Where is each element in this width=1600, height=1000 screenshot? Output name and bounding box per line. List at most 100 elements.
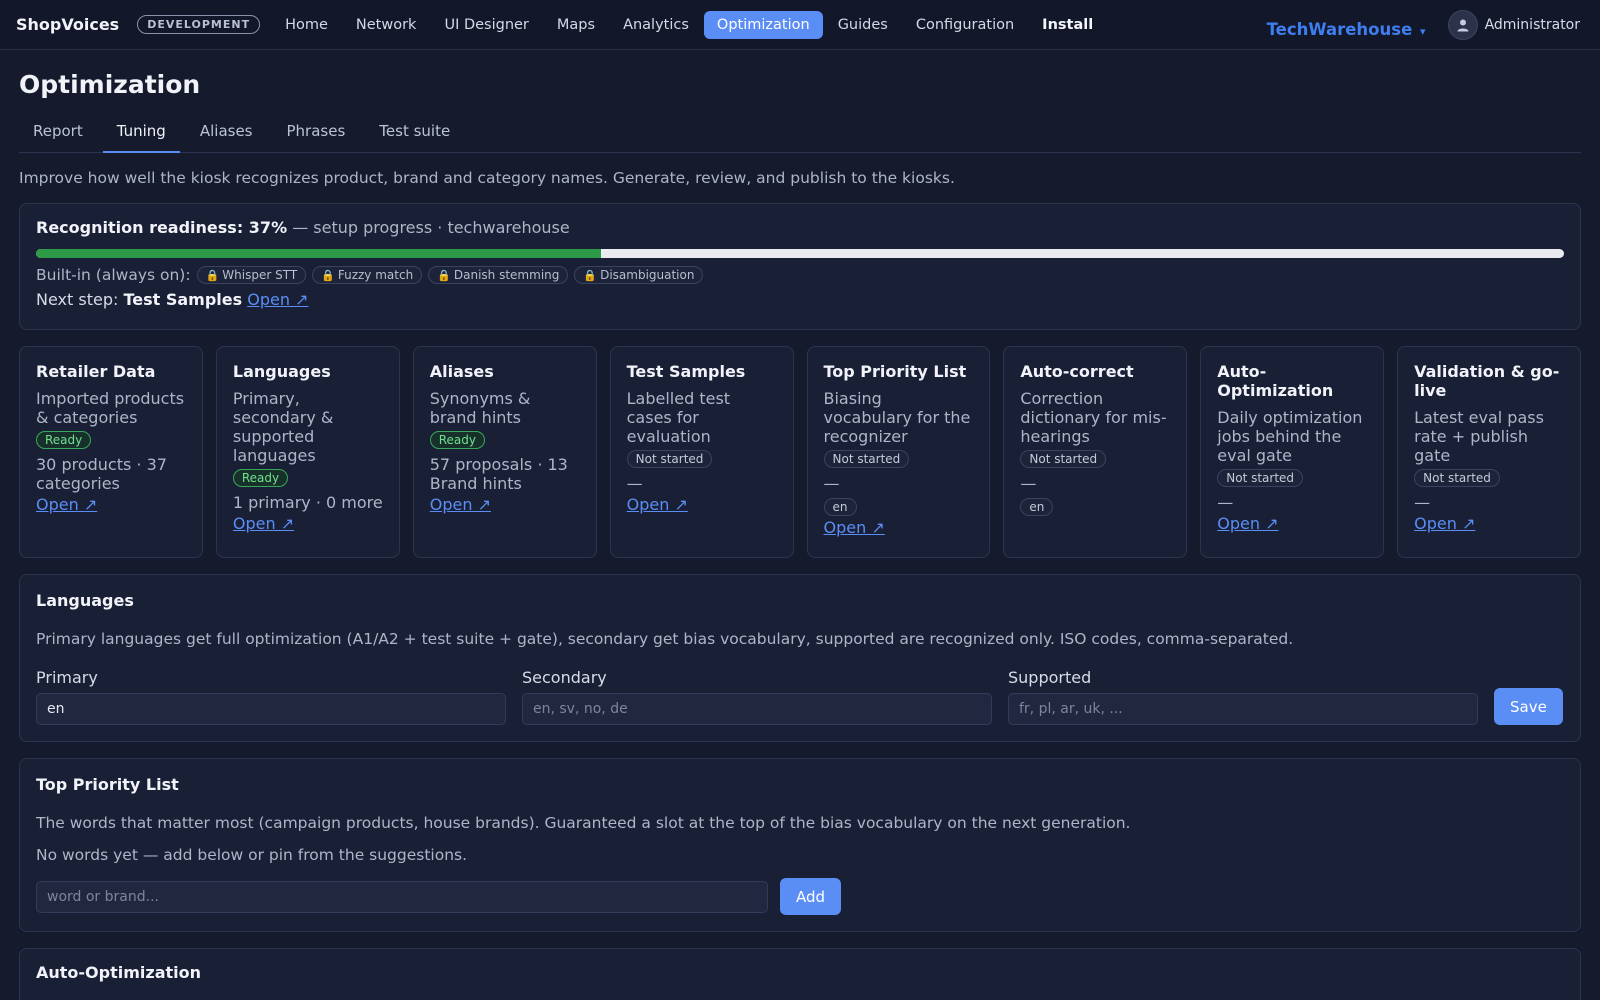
section-desc: The words that matter most (campaign pro… xyxy=(36,814,1131,832)
card-meta: 1 primary · 0 more xyxy=(232,493,383,512)
card-meta: — xyxy=(1414,493,1431,512)
top-bar: ShopVoices DEVELOPMENT Home Network UI D… xyxy=(0,0,1600,50)
readiness-title: Recognition readiness: 37% xyxy=(36,218,288,237)
card-desc: Primary, secondary & supported languages xyxy=(232,389,334,465)
builtin-pill-label: Fuzzy match xyxy=(337,268,414,282)
builtin-pill-label: Disambiguation xyxy=(600,268,695,282)
status-badge: Ready xyxy=(232,469,289,487)
tab-bar: Report Tuning Aliases Phrases Test suite xyxy=(19,117,1581,153)
readiness-suffix: — setup progress · techwarehouse xyxy=(292,218,570,237)
page-intro: Improve how well the kiosk recognizes pr… xyxy=(19,169,955,187)
builtin-pill: 🔒 Fuzzy match xyxy=(312,266,423,284)
tab-aliases[interactable]: Aliases xyxy=(186,117,267,153)
secondary-label: Secondary xyxy=(522,668,607,687)
card-aliases: Aliases Synonyms & brand hints Ready 57 … xyxy=(412,346,597,558)
builtin-label: Built-in (always on): xyxy=(36,266,191,284)
nav-ui-designer[interactable]: UI Designer xyxy=(431,11,541,39)
nav-analytics[interactable]: Analytics xyxy=(610,11,702,39)
card-auto-correct: Auto-correct Correction dictionary for m… xyxy=(1003,346,1188,558)
card-desc: Latest eval pass rate + publish gate xyxy=(1414,408,1544,465)
section-title: Top Priority List xyxy=(36,775,179,794)
language-tag: en xyxy=(1020,498,1054,516)
card-title: Retailer Data xyxy=(36,362,156,381)
status-badge: Not started xyxy=(626,450,713,468)
chevron-down-icon: ▾ xyxy=(1420,24,1426,38)
user-icon xyxy=(1457,19,1469,32)
card-meta: — xyxy=(626,474,643,493)
tab-phrases[interactable]: Phrases xyxy=(273,117,360,153)
card-title: Aliases xyxy=(429,362,494,381)
tab-report[interactable]: Report xyxy=(19,117,97,153)
tab-tuning[interactable]: Tuning xyxy=(102,117,180,153)
next-step-label: Next step: xyxy=(36,290,119,309)
secondary-languages-input[interactable] xyxy=(522,693,992,725)
card-desc: Correction dictionary for mis-hearings xyxy=(1020,389,1167,446)
section-title: Languages xyxy=(36,591,134,610)
setup-cards: Retailer Data Imported products & catego… xyxy=(19,346,1581,558)
builtin-pill-label: Danish stemming xyxy=(453,268,560,282)
save-languages-button[interactable]: Save xyxy=(1494,688,1563,725)
builtin-pill: 🔒 Whisper STT xyxy=(196,266,307,284)
card-meta: — xyxy=(1020,474,1037,493)
status-badge: Ready xyxy=(36,431,92,449)
primary-field: Primary xyxy=(36,668,506,725)
readiness-progress-fill xyxy=(36,249,602,258)
main-content: Optimization Report Tuning Aliases Phras… xyxy=(0,70,1600,1000)
tenant-switcher[interactable]: TechWarehouse ▾ xyxy=(1267,20,1426,39)
nav-network[interactable]: Network xyxy=(343,11,430,39)
next-step: Next step: Test Samples Open ↗ xyxy=(36,290,1564,309)
languages-form: Primary Secondary Supported Save xyxy=(36,668,1564,725)
card-desc: Daily optimization jobs behind the eval … xyxy=(1217,408,1363,465)
user-name[interactable]: Administrator xyxy=(1485,17,1580,33)
card-open-link[interactable]: Open ↗ xyxy=(1414,514,1564,533)
nav-guides[interactable]: Guides xyxy=(825,11,901,39)
priority-empty-state: No words yet — add below or pin from the… xyxy=(36,846,468,864)
card-desc: Imported products & categories xyxy=(36,389,185,427)
languages-section: Languages Primary languages get full opt… xyxy=(19,574,1581,742)
card-auto-optimization: Auto-Optimization Daily optimization job… xyxy=(1200,346,1385,558)
priority-word-input[interactable] xyxy=(36,880,768,913)
card-open-link[interactable]: Open ↗ xyxy=(430,495,580,514)
card-title: Validation & go-live xyxy=(1414,362,1560,400)
nav-configuration[interactable]: Configuration xyxy=(903,11,1027,39)
supported-label: Supported xyxy=(1008,668,1092,687)
card-languages: Languages Primary, secondary & supported… xyxy=(215,346,400,558)
card-open-link[interactable]: Open ↗ xyxy=(36,495,186,514)
nav-optimization[interactable]: Optimization xyxy=(703,10,823,39)
user-avatar-icon[interactable] xyxy=(1447,10,1478,40)
builtin-pill: 🔒 Disambiguation xyxy=(574,266,704,284)
add-word-button[interactable]: Add xyxy=(780,878,842,915)
card-meta: — xyxy=(823,474,840,493)
status-badge: Not started xyxy=(823,450,910,468)
tenant-name: TechWarehouse xyxy=(1266,19,1413,39)
nav-install[interactable]: Install xyxy=(1029,11,1106,39)
brand-logo[interactable]: ShopVoices xyxy=(16,15,119,34)
builtin-pill: 🔒 Danish stemming xyxy=(428,266,569,284)
readiness-panel: Recognition readiness: 37% — setup progr… xyxy=(19,203,1581,330)
card-open-link[interactable]: Open ↗ xyxy=(233,514,383,533)
card-validation-go-live: Validation & go-live Latest eval pass ra… xyxy=(1397,346,1581,558)
nav-maps[interactable]: Maps xyxy=(544,11,608,39)
card-open-link[interactable]: Open ↗ xyxy=(1217,514,1367,533)
primary-languages-input[interactable] xyxy=(36,693,506,725)
tab-test-suite[interactable]: Test suite xyxy=(365,117,464,153)
builtin-pill-label: Whisper STT xyxy=(222,268,298,282)
lock-icon: 🔒 xyxy=(321,269,335,282)
card-desc: Synonyms & brand hints xyxy=(429,389,531,427)
status-badge: Not started xyxy=(1217,469,1304,487)
builtin-features: Built-in (always on): 🔒 Whisper STT 🔒 Fuzz… xyxy=(36,266,1564,284)
environment-badge: DEVELOPMENT xyxy=(137,15,261,34)
card-title: Languages xyxy=(232,362,331,381)
primary-label: Primary xyxy=(36,668,98,687)
priority-list-section: Top Priority List The words that matter … xyxy=(19,758,1581,932)
next-step-name: Test Samples xyxy=(123,290,243,309)
card-open-link[interactable]: Open ↗ xyxy=(824,518,974,537)
card-open-link[interactable]: Open ↗ xyxy=(627,495,777,514)
next-step-open-link[interactable]: Open ↗ xyxy=(247,290,308,309)
card-title: Auto-correct xyxy=(1020,362,1134,381)
card-meta: — xyxy=(1217,493,1234,512)
status-badge: Ready xyxy=(429,431,486,449)
supported-languages-input[interactable] xyxy=(1008,693,1478,725)
nav-home[interactable]: Home xyxy=(272,11,341,39)
card-title: Top Priority List xyxy=(823,362,967,381)
